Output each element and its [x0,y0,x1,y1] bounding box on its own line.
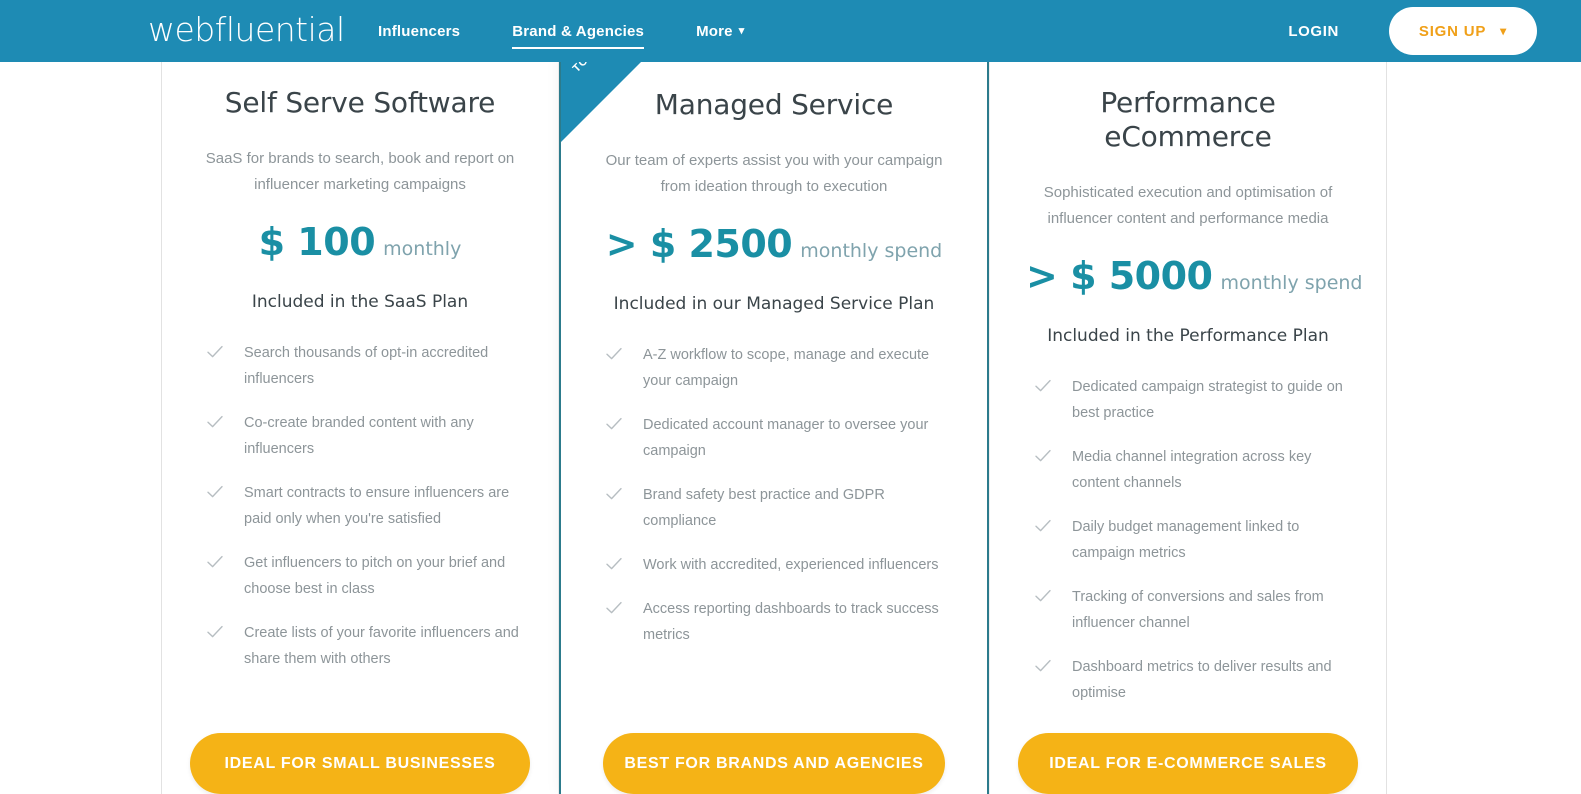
feature-text: Brand safety best practice and GDPR comp… [643,487,885,529]
price-unit: monthly spend [800,240,943,262]
pricing-card-list: Self Serve Software SaaS for brands to s… [161,54,1413,794]
top-rated-ribbon [561,56,647,142]
feature-text: Access reporting dashboards to track suc… [643,601,939,643]
signup-button-label: SIGN UP [1418,22,1487,40]
check-icon [605,599,623,617]
card-title: Self Serve Software [224,86,496,119]
check-icon [206,413,224,431]
signup-button[interactable]: SIGN UP ▾ [1388,7,1537,55]
chevron-down-icon: ▾ [1500,24,1507,38]
cta-button-small-business[interactable]: IDEAL FOR SMALL BUSINESSES [190,733,530,794]
feature-text: Create lists of your favorite influencer… [244,625,519,667]
nav-item-label: More [696,22,733,40]
chevron-down-icon: ▾ [738,24,745,37]
check-icon [605,415,623,433]
feature-text: Dedicated account manager to oversee you… [643,417,929,459]
login-link[interactable]: LOGIN [1288,23,1339,40]
check-icon [1034,517,1052,535]
pricing-card-managed-service: TOP RATED Managed Service Our team of ex… [559,54,989,794]
pricing-card-performance-ecommerce: Performance eCommerce Sophisticated exec… [989,54,1387,794]
feature-text: Smart contracts to ensure influencers ar… [244,485,510,527]
cta-button-ecommerce-sales[interactable]: IDEAL FOR E-COMMERCE SALES [1018,733,1358,794]
check-icon [206,483,224,501]
plan-label: Included in the Performance Plan [1047,326,1329,346]
check-icon [1034,447,1052,465]
feature-list: A-Z workflow to scope, manage and execut… [597,342,951,648]
cta-wrapper: IDEAL FOR SMALL BUSINESSES [162,733,558,794]
cta-wrapper: BEST FOR BRANDS AND AGENCIES [561,733,987,794]
feature-text: Daily budget management linked to campai… [1072,519,1300,561]
card-description: Our team of experts assist you with your… [605,152,943,195]
list-item: A-Z workflow to scope, manage and execut… [605,342,951,394]
list-item: Work with accredited, experienced influe… [605,552,951,578]
check-icon [206,553,224,571]
feature-text: Tracking of conversions and sales from i… [1072,589,1324,631]
list-item: Daily budget management linked to campai… [1034,514,1350,566]
feature-text: A-Z workflow to scope, manage and execut… [643,347,930,389]
list-item: Media channel integration across key con… [1034,444,1350,496]
cta-wrapper: IDEAL FOR E-COMMERCE SALES [990,733,1386,794]
plan-label: Included in our Managed Service Plan [613,294,935,314]
check-icon [1034,377,1052,395]
list-item: Brand safety best practice and GDPR comp… [605,482,951,534]
plan-label: Included in the SaaS Plan [251,292,469,312]
list-item: Tracking of conversions and sales from i… [1034,584,1350,636]
feature-list: Dedicated campaign strategist to guide o… [1026,374,1350,706]
list-item: Access reporting dashboards to track suc… [605,596,951,648]
nav-item-brand-agencies[interactable]: Brand & Agencies [512,19,645,49]
price-amount: $ 100 [258,220,376,264]
price-amount: > $ 2500 [605,222,793,266]
list-item: Search thousands of opt-in accredited in… [206,340,522,392]
nav-actions: LOGIN SIGN UP ▾ [1288,0,1581,62]
list-item: Dashboard metrics to deliver results and… [1034,654,1350,706]
price-row: > $ 2500 monthly spend [597,222,951,266]
feature-text: Dashboard metrics to deliver results and… [1072,659,1332,701]
feature-text: Media channel integration across key con… [1072,449,1312,491]
check-icon [605,555,623,573]
card-title: Performance eCommerce [1100,86,1276,153]
check-icon [206,343,224,361]
check-icon [1034,657,1052,675]
nav-item-label: Influencers [378,22,461,40]
list-item: Smart contracts to ensure influencers ar… [206,480,522,532]
check-icon [605,345,623,363]
price-amount: > $ 5000 [1026,254,1213,298]
pricing-section: Self Serve Software SaaS for brands to s… [0,0,1581,794]
check-icon [605,485,623,503]
list-item: Dedicated account manager to oversee you… [605,412,951,464]
card-title: Managed Service [654,88,894,121]
card-description: SaaS for brands to search, book and repo… [205,150,515,193]
feature-text: Get influencers to pitch on your brief a… [244,555,506,597]
list-item: Dedicated campaign strategist to guide o… [1034,374,1350,426]
list-item: Co-create branded content with any influ… [206,410,522,462]
feature-text: Dedicated campaign strategist to guide o… [1072,379,1343,421]
feature-text: Co-create branded content with any influ… [244,415,474,457]
nav-item-label: Brand & Agencies [512,22,645,40]
top-navigation-bar: webfluential Influencers Brand & Agencie… [0,0,1581,62]
feature-text: Search thousands of opt-in accredited in… [244,345,489,387]
feature-text: Work with accredited, experienced influe… [643,557,939,573]
nav-item-more[interactable]: More ▾ [696,19,744,44]
price-row: > $ 5000 monthly spend [1026,254,1363,298]
check-icon [206,623,224,641]
cta-button-brands-agencies[interactable]: BEST FOR BRANDS AND AGENCIES [603,733,945,794]
webfluential-logo[interactable]: webfluential [148,8,345,52]
feature-list: Search thousands of opt-in accredited in… [198,340,522,672]
card-description: Sophisticated execution and optimisation… [1043,184,1333,227]
main-nav: Influencers Brand & Agencies More ▾ [378,0,796,62]
price-unit: monthly [383,238,462,260]
nav-item-influencers[interactable]: Influencers [378,19,460,44]
price-unit: monthly spend [1220,272,1363,294]
pricing-card-self-serve: Self Serve Software SaaS for brands to s… [161,54,559,794]
price-row: $ 100 monthly [198,220,522,264]
list-item: Get influencers to pitch on your brief a… [206,550,522,602]
list-item: Create lists of your favorite influencer… [206,620,522,672]
check-icon [1034,587,1052,605]
